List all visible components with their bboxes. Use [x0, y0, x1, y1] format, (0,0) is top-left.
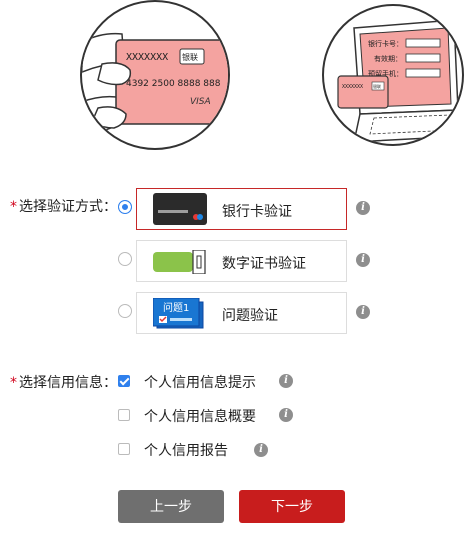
bank-card-illustration: XXXXXXX 银联 4392 2500 8888 888 VISA: [80, 0, 230, 150]
info-icon[interactable]: i: [356, 201, 370, 215]
option-digital-cert-verify[interactable]: 数字证书验证: [136, 240, 347, 282]
option-bank-card-verify[interactable]: 银行卡验证: [136, 188, 347, 230]
checkbox-credit-report[interactable]: [118, 443, 130, 455]
credit-hint-text: 个人信用信息提示: [144, 375, 256, 391]
bank-card-icon: [153, 193, 207, 225]
option-bank-card-text: 银行卡验证: [222, 204, 292, 220]
card-brand: 银联: [182, 52, 198, 62]
info-icon[interactable]: i: [279, 374, 293, 388]
info-icon[interactable]: i: [356, 305, 370, 319]
credit-info-label: * 选择信用信息：: [10, 375, 117, 391]
laptop-icon: 银行卡号： 有效期： 预留手机： XXXXXXX 银联: [337, 19, 462, 143]
credit-report-text: 个人信用报告: [144, 443, 228, 459]
option-question-text: 问题验证: [222, 308, 278, 324]
laptop-field-expiry-label: 有效期：: [374, 54, 402, 63]
laptop-form-illustration: 银行卡号： 有效期： 预留手机： XXXXXXX 银联: [322, 4, 464, 146]
card-in-hand-icon: XXXXXXX 银联 4392 2500 8888 888 VISA: [82, 32, 228, 138]
laptop-field-card-label: 银行卡号：: [368, 39, 403, 48]
radio-question[interactable]: [118, 304, 132, 318]
credit-summary-text: 个人信用信息概要: [144, 409, 256, 425]
laptop-card-brand: 银联: [373, 83, 381, 89]
prev-step-button[interactable]: 上一步: [118, 490, 224, 523]
card-number: 4392 2500 8888 888: [126, 79, 221, 89]
info-icon[interactable]: i: [254, 443, 268, 457]
question-icon: 问题1: [153, 298, 204, 329]
option-digital-cert-text: 数字证书验证: [222, 256, 306, 272]
card-number-masked: XXXXXXX: [126, 52, 168, 63]
question-icon-text: 问题1: [163, 301, 189, 314]
option-question-verify[interactable]: 问题1 问题验证: [136, 292, 347, 334]
verify-method-label: * 选择验证方式：: [10, 199, 117, 215]
usb-key-icon: [153, 250, 206, 274]
radio-digital-cert[interactable]: [118, 252, 132, 266]
info-icon[interactable]: i: [279, 408, 293, 422]
info-icon[interactable]: i: [356, 253, 370, 267]
radio-bank-card[interactable]: [118, 200, 132, 214]
card-network: VISA: [190, 97, 211, 107]
laptop-card-masked: XXXXXXX: [342, 84, 363, 90]
next-step-button[interactable]: 下一步: [239, 490, 345, 523]
checkbox-credit-summary[interactable]: [118, 409, 130, 421]
checkbox-credit-hint[interactable]: [118, 375, 130, 387]
